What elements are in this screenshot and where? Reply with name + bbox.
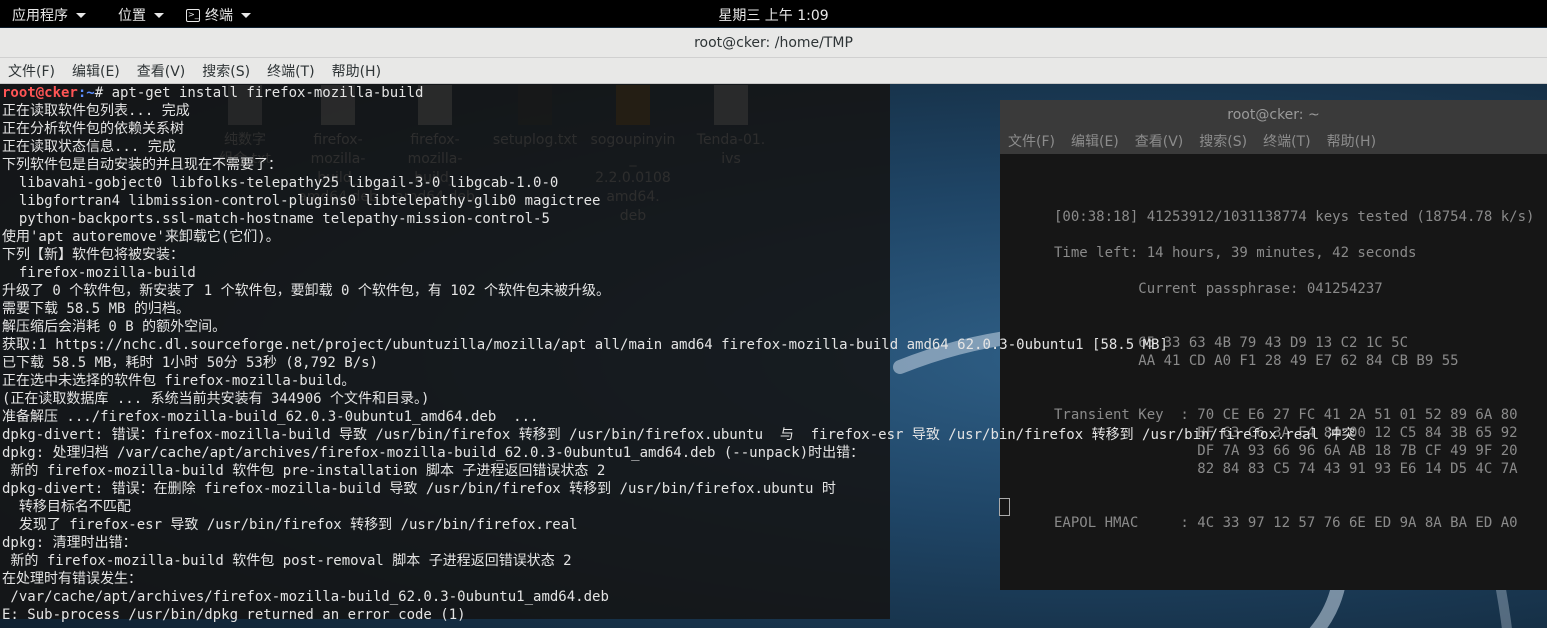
menu-item[interactable]: 文件(F) bbox=[8, 58, 55, 83]
output-line: 新的 firefox-mozilla-build 软件包 post-remova… bbox=[2, 553, 572, 569]
output-line: dpkg-divert: 错误：firefox-mozilla-build 导致… bbox=[2, 427, 1356, 443]
menu-item[interactable]: 帮助(H) bbox=[332, 58, 381, 83]
output-line: dpkg-divert: 错误：在删除 firefox-mozilla-buil… bbox=[2, 481, 836, 497]
output-line: 下列软件包是自动安装的并且现在不需要了： bbox=[2, 157, 282, 173]
prompt-user: root@cker bbox=[2, 85, 78, 101]
output-line: 使用'apt autoremove'来卸载它(它们)。 bbox=[2, 229, 280, 245]
output-line: firefox-mozilla-build bbox=[2, 265, 196, 281]
terminal-menubar: 文件(F) 编辑(E) 查看(V) 搜索(S) 终端(T) 帮助(H) bbox=[0, 58, 1547, 84]
output-line: 正在读取状态信息... 完成 bbox=[2, 139, 176, 155]
output-line: 获取:1 https://nchc.dl.sourceforge.net/pro… bbox=[2, 337, 1168, 353]
output-line: 升级了 0 个软件包，新安装了 1 个软件包，要卸载 0 个软件包，有 102 … bbox=[2, 283, 610, 299]
terminal-window: root@cker: /home/TMP 文件(F) 编辑(E) 查看(V) 搜索(S… bbox=[0, 28, 1547, 84]
output-line: 需要下载 58.5 MB 的归档。 bbox=[2, 301, 190, 317]
menu-item[interactable]: 终端(T) bbox=[267, 58, 314, 83]
top-panel: 应用程序 位置 >_ 终端 星期三 上午 1:09 bbox=[0, 0, 1547, 27]
output-line: libgfortran4 libmission-control-plugins0… bbox=[2, 193, 601, 209]
output-line: dpkg: 清理时出错： bbox=[2, 535, 137, 551]
output-line: E: Sub-process /usr/bin/dpkg returned an… bbox=[2, 607, 466, 623]
terminal-lines: root@cker:~# apt-get install firefox-moz… bbox=[2, 84, 1542, 624]
output-line: 已下载 58.5 MB，耗时 1小时 50分 53秒 (8,792 B/s) bbox=[2, 355, 379, 371]
terminal-output[interactable]: root@cker:~# apt-get install firefox-moz… bbox=[0, 84, 1355, 623]
output-line: (正在读取数据库 ... 系统当前共安装有 344906 个文件和目录。) bbox=[2, 391, 430, 407]
output-line: 在处理时有错误发生： bbox=[2, 571, 142, 587]
prompt-line: root@cker:~# apt-get install firefox-moz… bbox=[2, 84, 1542, 102]
output-line: 准备解压 .../firefox-mozilla-build_62.0.3-0u… bbox=[2, 409, 539, 425]
output-line: /var/cache/apt/archives/firefox-mozilla-… bbox=[2, 589, 609, 605]
output-line: 下列【新】软件包将被安装： bbox=[2, 247, 184, 263]
output-line: 正在读取软件包列表... 完成 bbox=[2, 103, 190, 119]
output-line: 解压缩后会消耗 0 B 的额外空间。 bbox=[2, 319, 227, 335]
output-line: 正在选中未选择的软件包 firefox-mozilla-build。 bbox=[2, 373, 356, 389]
menu-item[interactable]: 查看(V) bbox=[137, 58, 186, 83]
output-line: libavahi-gobject0 libfolks-telepathy25 l… bbox=[2, 175, 559, 191]
window-title: root@cker: /home/TMP bbox=[0, 28, 1547, 58]
menu-item[interactable]: 搜索(S) bbox=[202, 58, 250, 83]
clock-label: 星期三 上午 1:09 bbox=[718, 8, 829, 24]
menu-item[interactable]: 编辑(E) bbox=[72, 58, 120, 83]
prompt-path: :~ bbox=[77, 85, 95, 101]
output-line: 发现了 firefox-esr 导致 /usr/bin/firefox 转移到 … bbox=[2, 517, 578, 533]
clock[interactable]: 星期三 上午 1:09 bbox=[0, 5, 1547, 25]
output-line: python-backports.ssl-match-hostname tele… bbox=[2, 211, 550, 227]
output-line: 新的 firefox-mozilla-build 软件包 pre-install… bbox=[2, 463, 606, 479]
output-line: dpkg: 处理归档 /var/cache/apt/archives/firef… bbox=[2, 445, 865, 461]
output-line: 转移目标名不匹配 bbox=[2, 499, 131, 515]
command-text: # apt-get install firefox-mozilla-build bbox=[94, 85, 424, 101]
output-line: 正在分析软件包的依赖关系树 bbox=[2, 121, 184, 137]
